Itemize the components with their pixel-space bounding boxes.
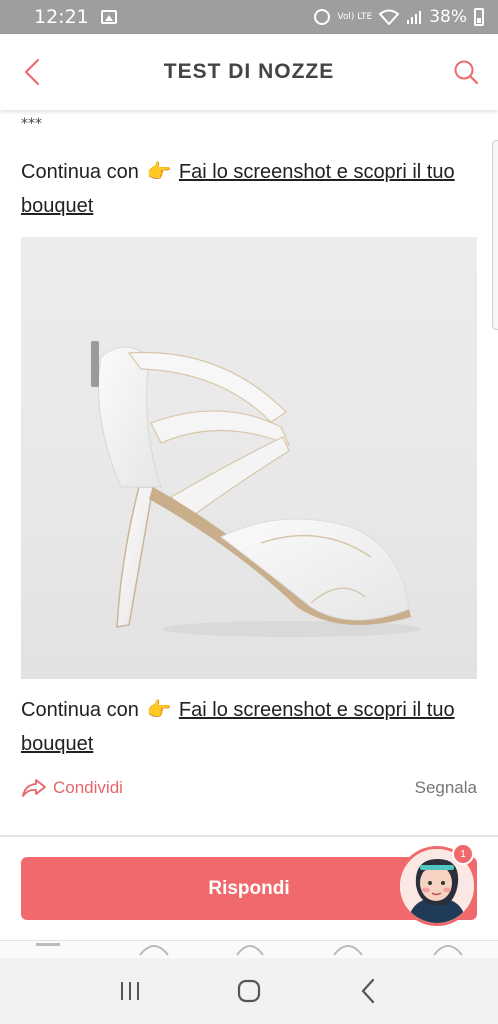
bottom-tab-bar[interactable] xyxy=(0,940,498,958)
home-icon xyxy=(237,979,261,1003)
chevron-left-icon xyxy=(24,58,40,86)
share-button[interactable]: Condividi xyxy=(21,778,123,798)
battery-percent: 38% xyxy=(429,7,467,27)
system-nav-bar xyxy=(0,958,498,1024)
battery-icon xyxy=(474,8,484,26)
share-label: Condividi xyxy=(53,778,123,797)
tab-icons-partial xyxy=(36,943,463,956)
shoe-photo[interactable] xyxy=(21,237,477,679)
cta-line: Continua con 👉 Fai lo screenshot e scopr… xyxy=(21,693,471,761)
scroll-indicator[interactable] xyxy=(492,140,498,330)
cta-prefix: Continua con xyxy=(21,699,139,721)
recent-apps-icon xyxy=(120,982,139,1000)
page-title: TEST DI NOZZE xyxy=(163,60,335,83)
post-content: *** Continua con 👉 Fai lo screenshot e s… xyxy=(0,110,498,835)
status-time: 12:21 xyxy=(34,6,89,28)
post-actions: Condividi Segnala xyxy=(21,778,477,798)
volte-icon: Vol) LTE xyxy=(337,11,373,22)
gallery-icon xyxy=(100,10,117,24)
cta-prefix: Continua con xyxy=(21,161,139,183)
share-arrow-icon xyxy=(22,779,46,797)
wifi-icon xyxy=(379,9,400,25)
alarm-icon xyxy=(314,9,331,25)
search-icon xyxy=(454,60,479,85)
back-nav-button[interactable] xyxy=(348,971,388,1011)
report-button[interactable]: Segnala xyxy=(415,778,477,798)
pointing-hand-icon: 👉 xyxy=(146,161,172,183)
back-icon xyxy=(362,978,375,1004)
notification-badge: 1 xyxy=(452,843,474,865)
back-button[interactable] xyxy=(14,54,50,90)
pointing-hand-icon: 👉 xyxy=(146,699,172,721)
home-button[interactable] xyxy=(229,971,269,1011)
cta-line: Continua con 👉 Fai lo screenshot e scopr… xyxy=(21,155,471,223)
status-bar: 12:21 Vol) LTE 38% xyxy=(0,0,498,34)
search-button[interactable] xyxy=(448,54,484,90)
status-icons: Vol) LTE 38% xyxy=(314,7,484,27)
app-header: TEST DI NOZZE xyxy=(0,34,498,110)
recent-apps-button[interactable] xyxy=(110,971,150,1011)
signal-icon xyxy=(406,9,422,25)
bridal-shoe-image xyxy=(91,341,421,637)
divider xyxy=(0,835,498,837)
separator-stars: *** xyxy=(21,116,42,132)
